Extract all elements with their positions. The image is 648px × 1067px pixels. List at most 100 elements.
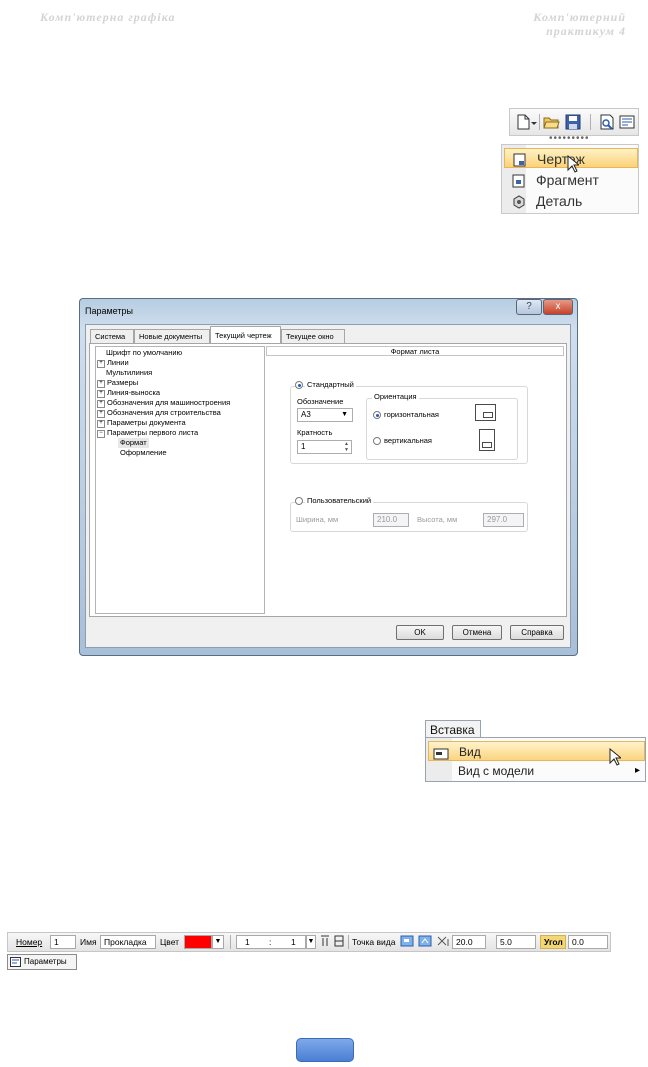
tab-current-drawing[interactable]: Текущий чертеж [210,326,281,344]
parameters-tab[interactable]: Параметры [7,954,77,970]
properties-icon[interactable] [618,113,636,131]
menu-item-part[interactable]: Деталь [504,191,638,211]
view-point-icon[interactable] [400,935,414,951]
header-right-line2: практикум 4 [546,24,626,38]
menu-item-label: Вид [459,745,481,759]
tree-item-dimensions[interactable]: + Размеры [97,378,138,388]
menu-item-fragment[interactable]: Фрагмент [504,170,638,190]
designation-select[interactable]: А3 ▼ [297,408,353,422]
chevron-down-icon[interactable] [530,113,538,131]
chevron-down-icon[interactable]: ▼ [212,935,224,949]
parameters-dialog: Параметры ? x Система Новые документы Те… [79,298,578,656]
property-bar-row: Номер 1 Имя Прокладка Цвет ▼ 1 : 1 ▼ Точ… [7,932,611,952]
scale-select[interactable]: 1 : 1 [236,935,306,949]
close-button[interactable]: x [543,299,573,315]
horizontal-radio[interactable] [373,411,381,419]
tree-item-multiline[interactable]: Мультилиния [106,368,152,378]
tree-item-format[interactable]: Формат [118,438,149,448]
tab-new-documents[interactable]: Новые документы [134,329,210,344]
fragment-doc-icon [512,173,526,188]
tree-item-leader[interactable]: + Линия-выноска [97,388,160,398]
portrait-sheet-icon [479,429,495,451]
help-title-button[interactable]: ? [516,299,542,315]
cancel-button[interactable]: Отмена [452,625,502,640]
standard-label: Стандартный [305,380,356,390]
tab-current-window[interactable]: Текущее окно [281,329,345,344]
vertical-label: вертикальная [384,436,432,445]
separator [348,935,349,949]
custom-radio[interactable] [295,497,303,505]
menu-item-drawing[interactable]: Чертеж [504,148,638,173]
menu-item-view[interactable]: Вид [428,741,645,766]
horizontal-label: горизонтальная [384,410,439,419]
orientation-label: Ориентация [372,392,419,402]
tree-item-first-sheet[interactable]: − Параметры первого листа [97,428,198,438]
tab-system[interactable]: Система [90,329,134,344]
width-input[interactable]: 210.0 [373,513,409,527]
menu-item-label: Деталь [536,193,583,209]
open-folder-icon[interactable] [542,113,560,131]
align-bottom-icon[interactable] [334,935,344,951]
custom-label: Пользовательский [305,496,374,506]
number-input[interactable]: 1 [50,935,76,949]
tree-item-mech-symbols[interactable]: + Обозначения для машиностроения [97,398,230,408]
menu-item-label: Фрагмент [536,172,599,188]
settings-tree: Шрифт по умолчанию + Линии Мультилиния + Р… [95,346,265,614]
view-anchor-icon[interactable] [418,935,432,951]
view-point-label: Точка вида [352,937,396,947]
number-label: Номер [16,937,43,947]
tree-item-default-font[interactable]: Шрифт по умолчанию [106,348,182,358]
landscape-sheet-icon [475,404,496,421]
ok-button[interactable]: OK [396,625,444,640]
parameters-tab-icon [10,957,21,972]
part-doc-icon [512,194,526,209]
x-coordinate-icon[interactable] [436,935,450,951]
save-icon[interactable] [564,113,582,131]
expand-icon: + [97,380,105,388]
height-input[interactable]: 297.0 [483,513,524,527]
expand-icon: + [97,410,105,418]
tree-item-build-symbols[interactable]: + Обозначения для строительства [97,408,221,418]
y-input[interactable]: 5.0 [496,935,536,949]
standard-radio[interactable] [295,381,303,389]
chevron-down-icon[interactable]: ▼ [306,935,316,949]
insert-menu: Вставка Вид Вид с модели ▸ [425,720,646,782]
tree-item-doc-params[interactable]: + Параметры документа [97,418,186,428]
dialog-body: Система Новые документы Текущий чертеж Т… [85,324,571,648]
vertical-radio[interactable] [373,437,381,445]
new-document-menu: ••••••••• Чертеж Фрагмент Деталь [501,108,639,214]
menu-grip: ••••••••• [549,133,590,144]
new-document-dropdown: Чертеж Фрагмент Деталь [501,144,639,214]
multiplicity-stepper[interactable]: 1 ▲ ▼ [297,440,352,454]
header-right-title: Комп'ютерний практикум 4 [533,10,626,38]
menu-insert[interactable]: Вставка [425,720,481,738]
separator [230,935,231,949]
align-top-icon[interactable] [320,935,330,951]
name-label: Имя [80,937,97,947]
header-left-title: Комп'ютерна графіка [40,10,176,24]
tab-panel: Шрифт по умолчанию + Линии Мультилиния + Р… [89,343,567,617]
x-input[interactable]: 20.0 [452,935,486,949]
tree-item-lines[interactable]: + Линии [97,358,129,368]
spin-arrows-icon[interactable]: ▲ ▼ [344,441,349,453]
toolbar-separator [539,114,540,130]
blue-button[interactable] [296,1038,354,1062]
designation-label: Обозначение [297,397,344,406]
height-label: Высота, мм [417,515,458,524]
color-label: Цвет [160,937,180,947]
angle-input[interactable]: 0.0 [568,935,608,949]
width-label: Ширина, мм [296,515,339,524]
print-preview-icon[interactable] [598,113,616,131]
expand-icon: + [97,400,105,408]
tree-item-layout[interactable]: Оформление [120,448,167,458]
name-input[interactable]: Прокладка [100,935,156,949]
standard-toolbar [509,108,639,136]
property-bar: Номер 1 Имя Прокладка Цвет ▼ 1 : 1 ▼ Точ… [0,928,648,972]
angle-label[interactable]: Угол [540,935,566,949]
menu-item-view-from-model[interactable]: Вид с модели ▸ [428,761,645,781]
color-swatch[interactable] [184,935,212,949]
submenu-arrow-icon: ▸ [635,765,641,776]
parameters-tab-label: Параметры [24,957,67,966]
help-button[interactable]: Справка [510,625,564,640]
collapse-icon: − [97,430,105,438]
